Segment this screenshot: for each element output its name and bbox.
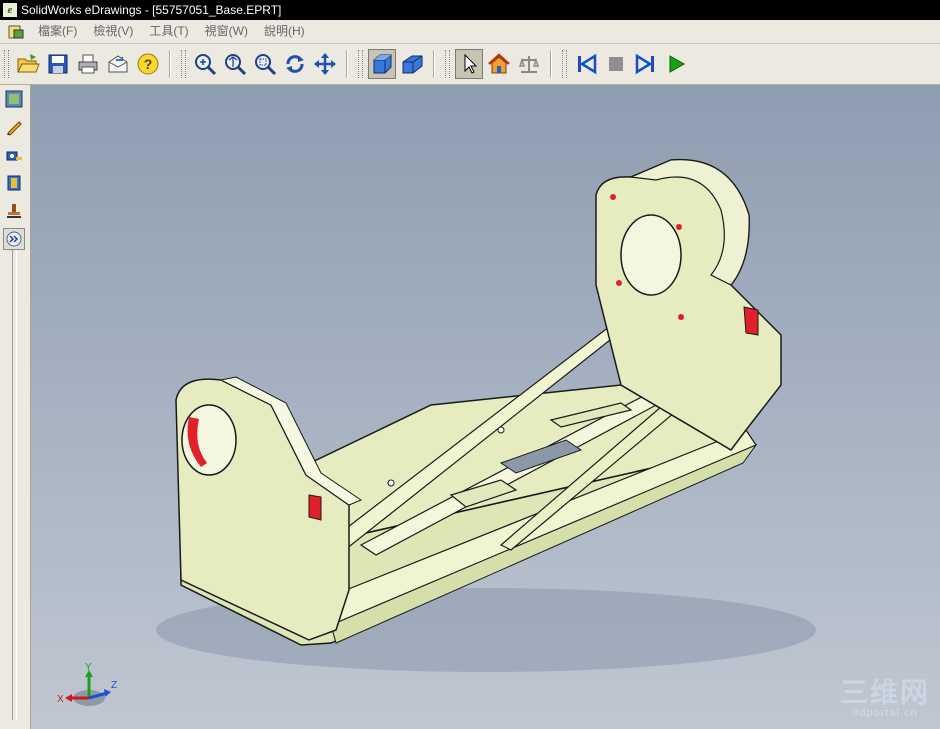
component-tree-icon bbox=[5, 90, 23, 108]
rotate-icon bbox=[286, 55, 304, 73]
markup-icon bbox=[7, 121, 22, 136]
save-button[interactable] bbox=[44, 49, 72, 79]
home-icon bbox=[488, 53, 510, 74]
part-model[interactable] bbox=[31, 85, 940, 729]
home-button[interactable] bbox=[485, 49, 513, 79]
toolbar-grip[interactable] bbox=[181, 50, 186, 78]
left-notch-highlight bbox=[308, 494, 322, 521]
save-icon bbox=[48, 54, 68, 74]
orientation-triad: Y X Z bbox=[57, 662, 117, 706]
svg-text:?: ? bbox=[144, 56, 153, 72]
right-bore bbox=[620, 214, 682, 296]
right-notch-highlight bbox=[743, 306, 759, 336]
zoom-to-area-button[interactable] bbox=[251, 49, 279, 79]
zoom-to-area-icon bbox=[255, 54, 277, 76]
edrawings-app-icon: e bbox=[3, 3, 17, 17]
measure-tape-button[interactable] bbox=[3, 144, 25, 166]
shaded-view-icon bbox=[373, 54, 392, 74]
perspective-button[interactable] bbox=[398, 49, 426, 79]
triad-x-label: X bbox=[57, 694, 64, 705]
bolt-hole bbox=[678, 314, 684, 320]
bolt-hole bbox=[616, 280, 622, 286]
left-toolbar bbox=[0, 85, 31, 729]
shaded-view-button[interactable] bbox=[368, 49, 396, 79]
menu-bar: 檔案(F) 檢視(V) 工具(T) 視窗(W) 說明(H) bbox=[0, 20, 940, 44]
title-bar[interactable]: e SolidWorks eDrawings - [55757051_Base.… bbox=[0, 0, 940, 20]
zoom-to-fit-icon bbox=[195, 54, 217, 76]
stamp-icon bbox=[7, 204, 21, 218]
watermark-sub: 3dportal.cn bbox=[852, 707, 918, 719]
play-button[interactable] bbox=[662, 49, 690, 79]
toolbar-grip[interactable] bbox=[4, 50, 9, 78]
send-mail-icon bbox=[108, 55, 128, 73]
toolbar-grip[interactable] bbox=[358, 50, 363, 78]
component-tree-button[interactable] bbox=[3, 88, 25, 110]
expand-icon bbox=[6, 231, 22, 247]
stop-icon bbox=[609, 57, 623, 71]
rotate-button[interactable] bbox=[281, 49, 309, 79]
zoom-to-fit-button[interactable] bbox=[191, 49, 219, 79]
model-viewport[interactable]: Y X Z 三维网 3dportal.cn bbox=[31, 85, 940, 729]
section-button[interactable] bbox=[3, 172, 25, 194]
pan-button[interactable] bbox=[311, 49, 339, 79]
first-frame-button[interactable] bbox=[572, 49, 600, 79]
toolbar-grip[interactable] bbox=[562, 50, 567, 78]
document-icon[interactable] bbox=[8, 24, 24, 40]
help-icon: ? bbox=[137, 53, 159, 75]
mounting-hole bbox=[497, 426, 505, 434]
open-button[interactable] bbox=[14, 49, 42, 79]
zoom-in-out-button[interactable] bbox=[221, 49, 249, 79]
menu-help[interactable]: 說明(H) bbox=[256, 20, 313, 43]
markup-button[interactable] bbox=[3, 116, 25, 138]
stop-button[interactable] bbox=[602, 49, 630, 79]
pan-icon bbox=[314, 53, 336, 75]
stamp-button[interactable] bbox=[3, 200, 25, 222]
toolbar-separator bbox=[346, 50, 348, 78]
window-title: SolidWorks eDrawings - [55757051_Base.EP… bbox=[21, 3, 282, 17]
next-frame-icon bbox=[635, 53, 654, 75]
triad-y-label: Y bbox=[85, 662, 92, 673]
select-icon bbox=[464, 53, 478, 74]
triad-z-label: Z bbox=[111, 680, 117, 691]
expand-panel-button[interactable] bbox=[3, 228, 25, 250]
first-frame-icon bbox=[578, 53, 597, 75]
print-button[interactable] bbox=[74, 49, 102, 79]
menu-tools[interactable]: 工具(T) bbox=[141, 20, 196, 43]
main-toolbar: ? bbox=[0, 44, 940, 85]
watermark-main: 三维网 bbox=[839, 677, 930, 708]
toolbar-separator bbox=[433, 50, 435, 78]
zoom-in-out-icon bbox=[225, 54, 247, 76]
select-button[interactable] bbox=[455, 49, 483, 79]
bolt-hole bbox=[610, 194, 616, 200]
menu-file[interactable]: 檔案(F) bbox=[30, 20, 85, 43]
print-icon bbox=[78, 54, 98, 74]
perspective-icon bbox=[402, 55, 423, 74]
help-button[interactable]: ? bbox=[134, 49, 162, 79]
menu-window[interactable]: 視窗(W) bbox=[197, 20, 256, 43]
send-mail-button[interactable] bbox=[104, 49, 132, 79]
menu-view[interactable]: 檢視(V) bbox=[85, 20, 141, 43]
mounting-hole bbox=[387, 479, 395, 487]
measure-button[interactable] bbox=[515, 49, 543, 79]
toolbar-grip[interactable] bbox=[445, 50, 450, 78]
next-frame-button[interactable] bbox=[632, 49, 660, 79]
toolbar-separator bbox=[550, 50, 552, 78]
open-icon bbox=[17, 54, 40, 73]
play-icon bbox=[669, 55, 686, 73]
measure-icon bbox=[518, 56, 540, 73]
watermark: 三维网 3dportal.cn bbox=[839, 677, 930, 720]
bolt-hole bbox=[676, 224, 682, 230]
toolbar-separator bbox=[169, 50, 171, 78]
section-icon bbox=[7, 175, 21, 191]
measure-tape-icon bbox=[6, 151, 22, 161]
panel-splitter[interactable] bbox=[12, 250, 17, 720]
